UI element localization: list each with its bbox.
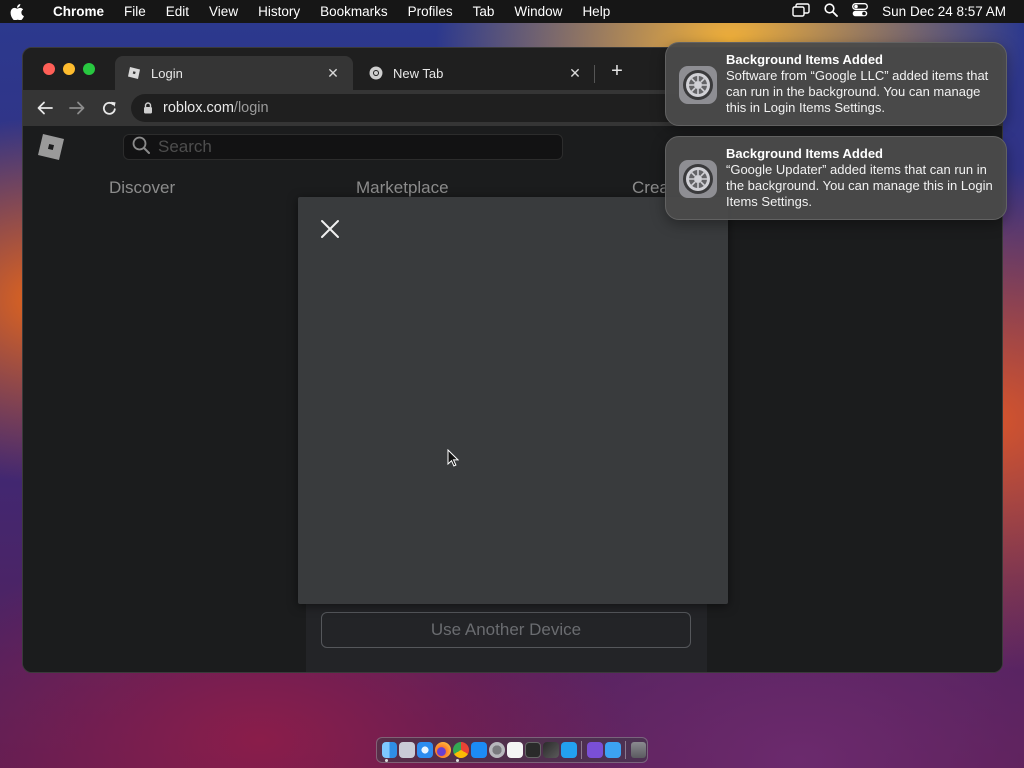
- terminal-icon[interactable]: [524, 742, 541, 758]
- notification-background-items-google-updater[interactable]: Background Items Added “Google Updater” …: [665, 136, 1007, 220]
- menu-file[interactable]: File: [114, 4, 156, 19]
- chrome-icon[interactable]: [453, 742, 470, 758]
- apple-icon[interactable]: [0, 0, 34, 23]
- forward-arrow-icon[interactable]: [65, 96, 89, 120]
- menu-bookmarks[interactable]: Bookmarks: [310, 4, 398, 19]
- window-zoom-button[interactable]: [83, 63, 95, 75]
- menu-view[interactable]: View: [199, 4, 248, 19]
- safari-icon[interactable]: [417, 742, 434, 758]
- tab-close-icon[interactable]: ✕: [325, 65, 341, 81]
- menu-bar-status-area: Sun Dec 24 8:57 AM: [792, 3, 1024, 20]
- dock-separator: [625, 741, 626, 759]
- chrome-favicon-icon: [369, 66, 383, 80]
- tab-new-tab[interactable]: New Tab ✕: [357, 56, 595, 90]
- nav-discover[interactable]: Discover: [109, 178, 175, 198]
- xcode-icon[interactable]: [542, 742, 559, 758]
- finder-folder-icon[interactable]: [604, 742, 621, 758]
- window-close-button[interactable]: [43, 63, 55, 75]
- site-search-input[interactable]: Search: [123, 134, 563, 160]
- system-settings-icon[interactable]: [489, 742, 505, 758]
- tab-title: New Tab: [393, 65, 444, 81]
- control-center-icon[interactable]: [852, 3, 869, 20]
- search-placeholder: Search: [158, 137, 212, 156]
- modal-dialog: [298, 197, 728, 604]
- nav-marketplace[interactable]: Marketplace: [356, 178, 449, 198]
- launchpad-icon[interactable]: [399, 742, 416, 758]
- tab-title: Login: [151, 65, 183, 81]
- tab-close-icon[interactable]: ✕: [567, 65, 583, 81]
- url-host: roblox.com: [163, 100, 234, 116]
- dock-running-indicator: [456, 759, 459, 762]
- notification-title: Background Items Added: [726, 146, 883, 161]
- menu-app-name[interactable]: Chrome: [34, 4, 114, 19]
- screen-mirroring-icon[interactable]: [792, 3, 810, 20]
- url-path: /login: [233, 100, 269, 116]
- menu-history[interactable]: History: [248, 4, 310, 19]
- dock-separator: [581, 741, 583, 759]
- close-icon[interactable]: [318, 217, 342, 241]
- nav-create[interactable]: Create: [632, 178, 666, 198]
- notification-title: Background Items Added: [726, 52, 883, 67]
- notification-body: Software from “Google LLC” added items t…: [726, 68, 989, 115]
- mouse-pointer-icon: [447, 448, 460, 467]
- menu-bar: Chrome File Edit View History Bookmarks …: [0, 0, 1024, 23]
- window-minimize-button[interactable]: [63, 63, 75, 75]
- dock: [376, 737, 648, 763]
- roblox-favicon-icon: [127, 66, 141, 80]
- menu-tab[interactable]: Tab: [463, 4, 505, 19]
- spotlight-search-icon[interactable]: [824, 3, 839, 20]
- notification-background-items-google-llc[interactable]: Background Items Added Software from “Go…: [665, 42, 1007, 126]
- visual-studio-icon[interactable]: [586, 742, 603, 758]
- back-arrow-icon[interactable]: [33, 96, 57, 120]
- finder-icon[interactable]: [381, 742, 398, 758]
- lock-icon[interactable]: [143, 102, 153, 114]
- tab-separator: [594, 65, 595, 83]
- notification-body: “Google Updater” added items that can ru…: [726, 162, 993, 209]
- menu-bar-clock[interactable]: Sun Dec 24 8:57 AM: [882, 4, 1006, 19]
- dock-running-indicator: [385, 759, 388, 762]
- menu-profiles[interactable]: Profiles: [398, 4, 463, 19]
- menu-edit[interactable]: Edit: [156, 4, 199, 19]
- new-tab-button[interactable]: +: [607, 61, 627, 82]
- firefox-icon[interactable]: [435, 742, 452, 758]
- use-another-device-button[interactable]: Use Another Device: [321, 612, 691, 648]
- search-icon: [132, 136, 150, 159]
- reload-icon[interactable]: [97, 96, 121, 120]
- vscode-icon[interactable]: [560, 742, 577, 758]
- app-store-icon[interactable]: [471, 742, 488, 758]
- tab-login[interactable]: Login ✕: [115, 56, 353, 90]
- menu-window[interactable]: Window: [504, 4, 572, 19]
- menu-help[interactable]: Help: [572, 4, 620, 19]
- trash-icon[interactable]: [630, 742, 647, 758]
- roblox-logo-icon[interactable]: [37, 133, 65, 161]
- system-settings-icon: [678, 65, 718, 105]
- system-settings-icon: [678, 159, 718, 199]
- textedit-icon[interactable]: [506, 742, 523, 758]
